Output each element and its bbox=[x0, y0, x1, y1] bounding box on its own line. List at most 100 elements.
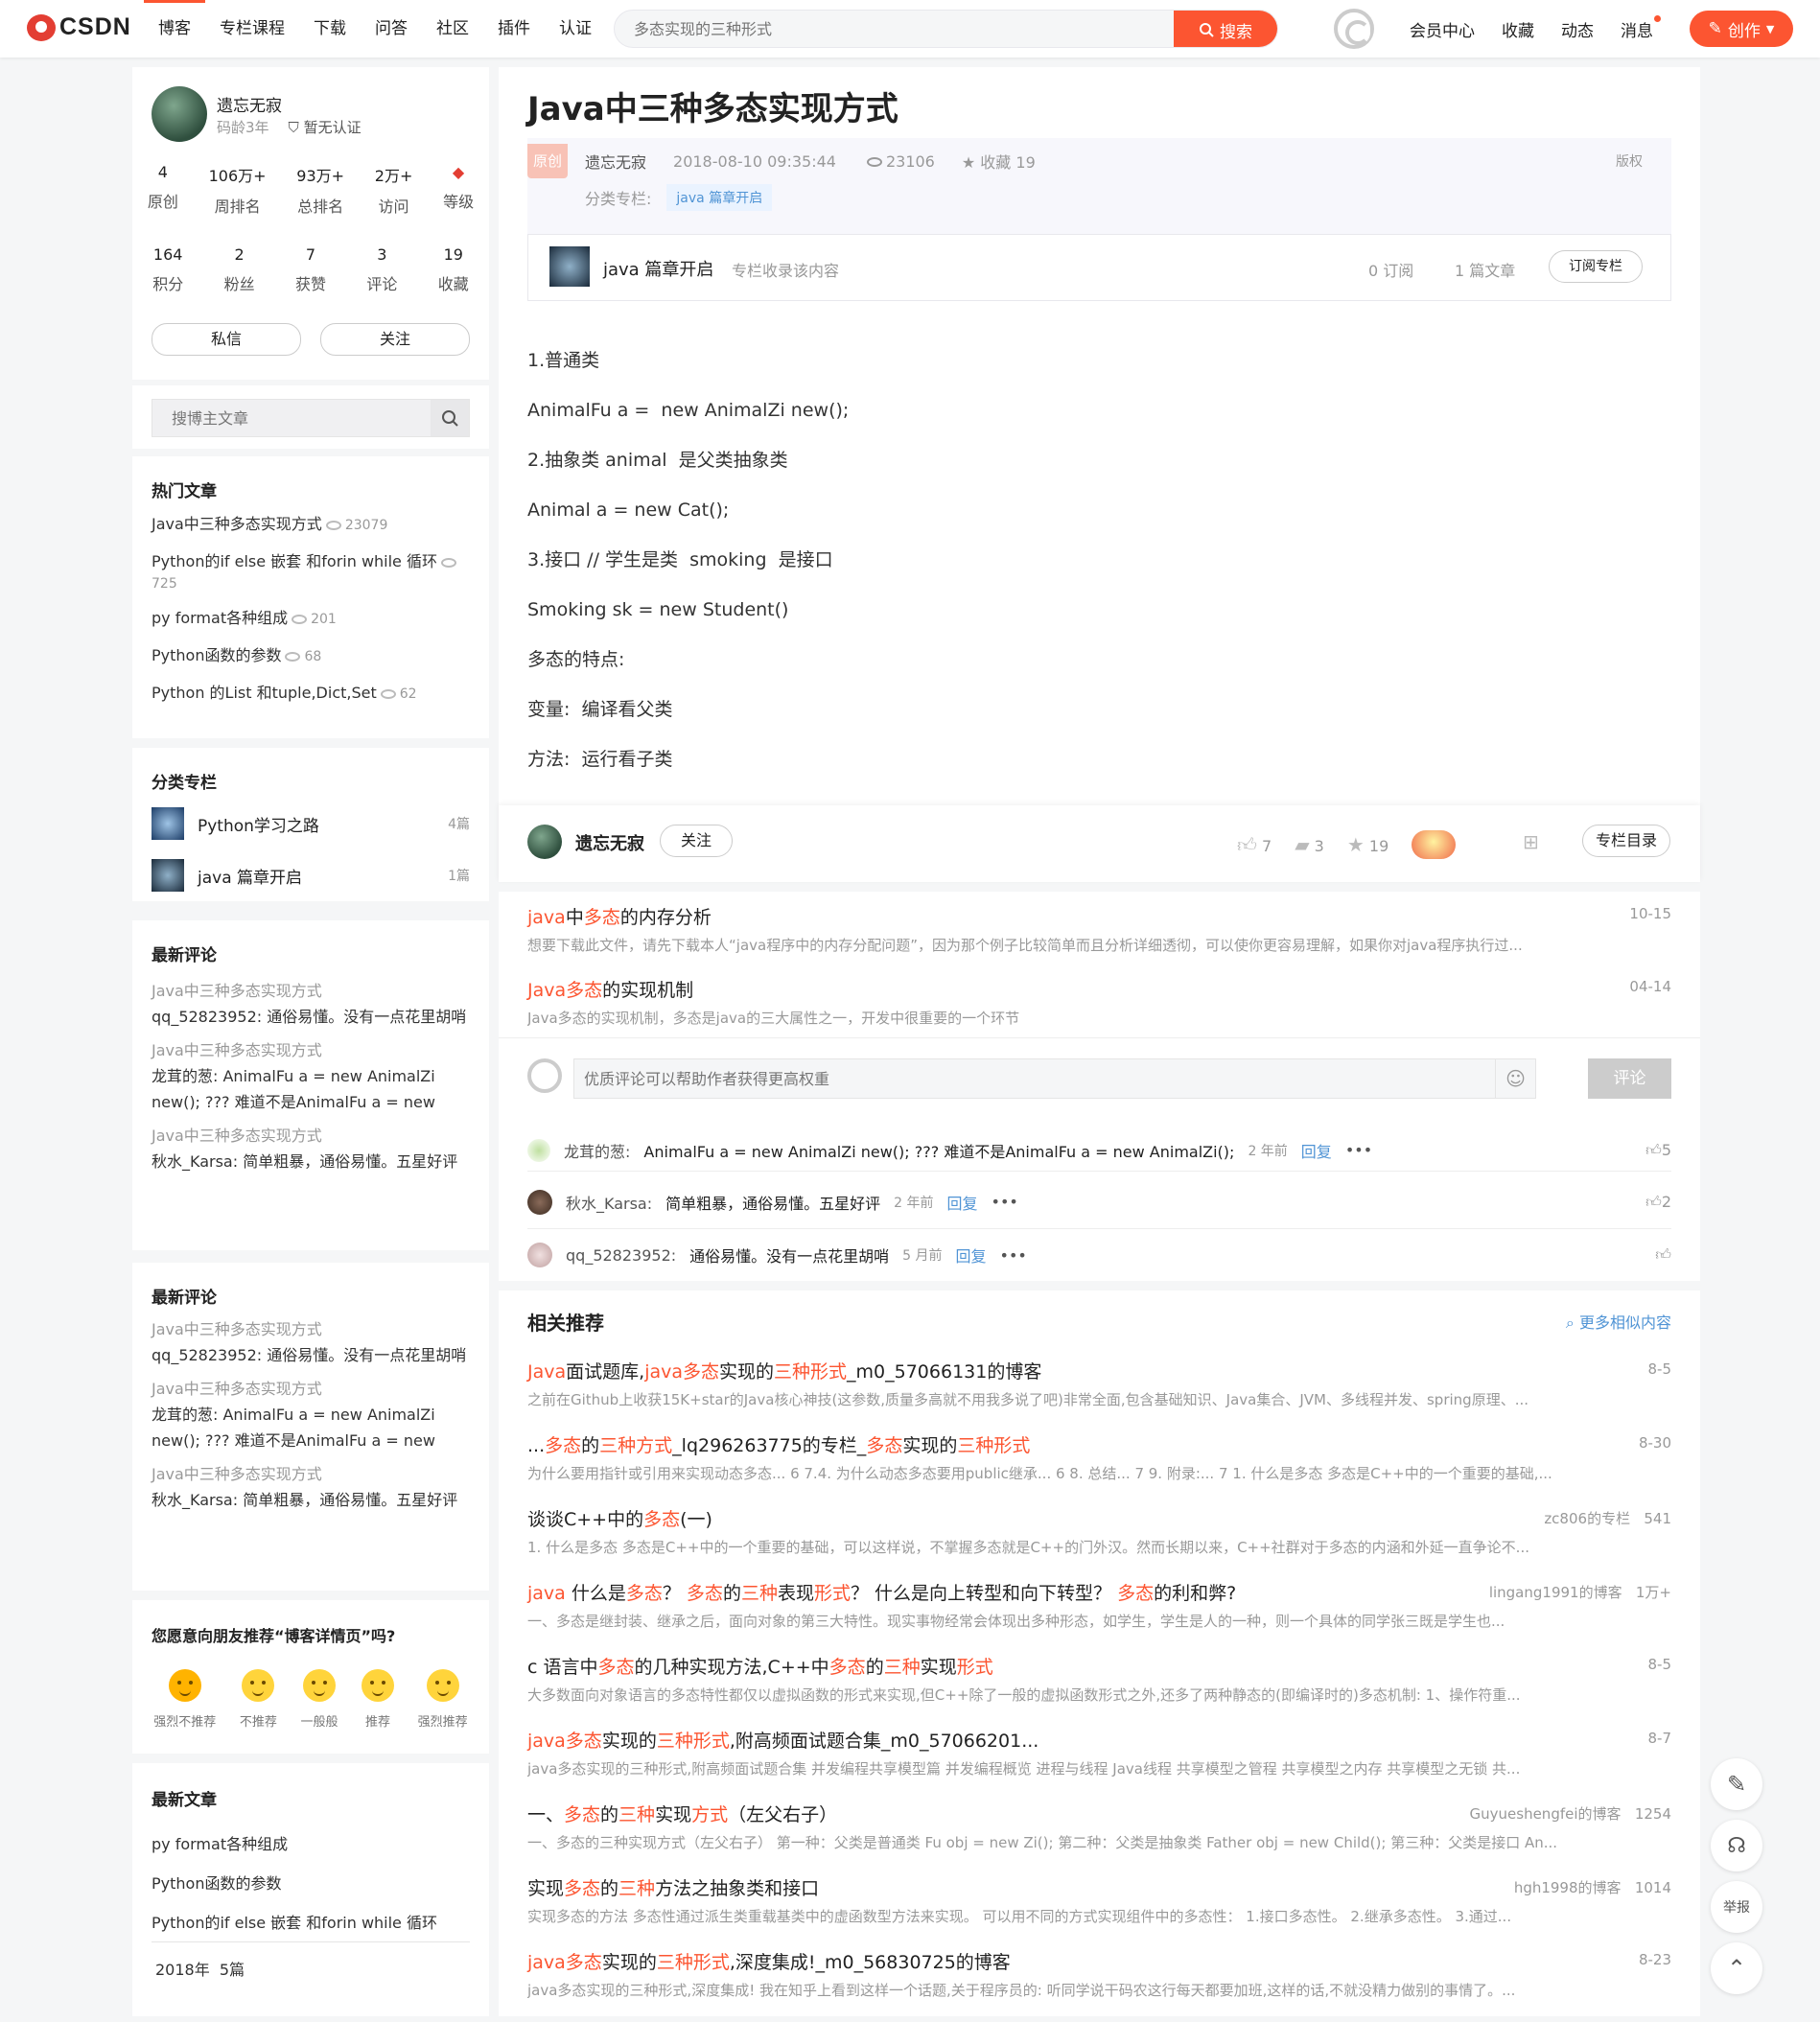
reply-link[interactable]: 回复 bbox=[1301, 1139, 1332, 1162]
comment-text[interactable]: 秋水_Karsa: 简单粗暴，通俗易懂。五星好评 bbox=[152, 1487, 470, 1513]
write-article-button[interactable]: ✎ bbox=[1711, 1758, 1762, 1810]
related-item[interactable]: 一、多态的三种实现方式（左父右子） Guyueshengfei的博客 1254 … bbox=[527, 1801, 1671, 1874]
stat-visits[interactable]: 2万+ 访问 bbox=[375, 163, 413, 217]
comment-input[interactable] bbox=[574, 1059, 1437, 1098]
back-to-top-button[interactable]: ⌃ bbox=[1711, 1942, 1762, 1994]
comment-like[interactable]: 👍︎2 bbox=[1645, 1193, 1671, 1212]
commenter-avatar[interactable] bbox=[527, 1138, 550, 1162]
more-similar-link[interactable]: ⌕ 更多相似内容 bbox=[1566, 1310, 1671, 1333]
nav-qa[interactable]: 问答 bbox=[361, 0, 422, 58]
author-name[interactable]: 遗忘无寂 bbox=[217, 92, 282, 116]
survey-option[interactable]: 强烈推荐 bbox=[418, 1669, 468, 1730]
private-message-button[interactable]: 私信 bbox=[152, 323, 301, 356]
article-author-link[interactable]: 遗忘无寂 bbox=[585, 150, 646, 173]
stat-likes[interactable]: 7 获赞 bbox=[295, 245, 326, 294]
messages-link[interactable]: 消息 bbox=[1621, 14, 1661, 41]
comment-text[interactable]: 龙茸的葱: AnimalFu a = new AnimalZi new(); ?… bbox=[152, 1402, 470, 1453]
member-center-link[interactable]: 会员中心 bbox=[1410, 17, 1475, 41]
comment-like[interactable]: 👍︎5 bbox=[1645, 1141, 1671, 1160]
stat-favorites[interactable]: 19 收藏 bbox=[438, 245, 469, 294]
column-item-java[interactable]: java 篇章开启 1篇 bbox=[152, 859, 470, 892]
hot-article-item[interactable]: Java中三种多态实现方式 23079 bbox=[152, 514, 473, 536]
related-item[interactable]: java 什么是多态？ 多态的三种表现形式？ 什么是向上转型和向下转型？ 多态的… bbox=[527, 1579, 1671, 1653]
related-item[interactable]: ...多态的三种方式_lq296263775的专栏_多态实现的三种形式 8-30… bbox=[527, 1431, 1671, 1505]
stat-comments[interactable]: 3 评论 bbox=[366, 245, 397, 294]
comment-article-link[interactable]: Java中三种多态实现方式 bbox=[152, 1037, 470, 1063]
stat-fans[interactable]: 2 粉丝 bbox=[224, 245, 255, 294]
inline-related-item[interactable]: java中多态的内存分析 10-15 想要下载此文件，请先下载本人“java程序… bbox=[527, 903, 1671, 955]
stat-points[interactable]: 164 积分 bbox=[152, 245, 183, 294]
stat-original[interactable]: 4 原创 bbox=[148, 163, 178, 217]
follow-author-button[interactable]: 关注 bbox=[320, 323, 470, 356]
author-avatar[interactable] bbox=[152, 86, 207, 142]
more-icon[interactable]: ••• bbox=[1345, 1141, 1372, 1159]
related-item[interactable]: java多态实现的三种形式,附高频面试题合集_m0_57066201... 8-… bbox=[527, 1727, 1671, 1801]
nav-plugin[interactable]: 插件 bbox=[483, 0, 545, 58]
search-input[interactable] bbox=[615, 11, 1171, 47]
reply-link[interactable]: 回复 bbox=[947, 1191, 978, 1214]
column-item-python[interactable]: Python学习之路 4篇 bbox=[152, 807, 470, 840]
stat-level[interactable]: ◆ 等级 bbox=[443, 163, 474, 217]
column-name[interactable]: java 篇章开启 bbox=[603, 256, 713, 281]
more-icon[interactable]: ••• bbox=[1000, 1246, 1027, 1265]
hot-article-item[interactable]: py format各种组成 201 bbox=[152, 608, 473, 630]
hot-article-item[interactable]: Python的if else 嵌套 和forin while 循环 725 bbox=[152, 551, 473, 594]
comment-button[interactable]: ▰ 3 bbox=[1295, 833, 1324, 856]
related-item[interactable]: 实现多态的三种方法之抽象类和接口 hgh1998的博客 1014 实现多态的方法… bbox=[527, 1874, 1671, 1948]
survey-option[interactable]: 推荐 bbox=[362, 1669, 395, 1730]
hot-article-item[interactable]: Python 的List 和tuple,Dict,Set 62 bbox=[152, 683, 473, 705]
comment-article-link[interactable]: Java中三种多态实现方式 bbox=[152, 1376, 470, 1402]
customer-service-button[interactable]: ☊ bbox=[1711, 1820, 1762, 1871]
create-button[interactable]: ✎ 创作 ▼ bbox=[1690, 11, 1793, 47]
blog-search-input[interactable] bbox=[152, 400, 421, 436]
commenter-avatar[interactable] bbox=[527, 1189, 552, 1215]
related-item[interactable]: Java面试题库,java多态实现的三种形式_m0_57066131的博客 8-… bbox=[527, 1358, 1671, 1431]
submit-comment-button[interactable]: 评论 bbox=[1588, 1058, 1671, 1099]
survey-option[interactable]: 不推荐 bbox=[240, 1669, 277, 1730]
survey-option[interactable]: 强烈不推荐 bbox=[153, 1669, 216, 1730]
comment-article-link[interactable]: Java中三种多态实现方式 bbox=[152, 1461, 470, 1487]
comment-article-link[interactable]: Java中三种多态实现方式 bbox=[152, 1316, 470, 1342]
latest-article-item[interactable]: py format各种组成 bbox=[152, 1824, 437, 1864]
related-item[interactable]: c 语言中多态的几种实现方法,C++中多态的三种实现形式 8-5 大多数面向对象… bbox=[527, 1653, 1671, 1727]
stat-week-rank[interactable]: 106万+ 周排名 bbox=[209, 163, 267, 217]
share-icon[interactable]: ⊞ bbox=[1523, 830, 1539, 853]
reply-link[interactable]: 回复 bbox=[956, 1243, 987, 1267]
comment-article-link[interactable]: Java中三种多态实现方式 bbox=[152, 1123, 470, 1149]
report-button[interactable]: 举报 bbox=[1711, 1881, 1762, 1933]
inline-related-item[interactable]: Java多态的实现机制 04-14 Java多态的实现机制，多态是java的三大… bbox=[527, 976, 1671, 1028]
nav-community[interactable]: 社区 bbox=[422, 0, 483, 58]
comment-text[interactable]: 秋水_Karsa: 简单粗暴，通俗易懂。五星好评 bbox=[152, 1149, 470, 1174]
latest-article-item[interactable]: Python函数的参数 bbox=[152, 1864, 437, 1903]
nav-blog[interactable]: 博客 bbox=[144, 0, 205, 58]
comment-like[interactable]: 👍︎ bbox=[1655, 1245, 1671, 1265]
nav-cert[interactable]: 认证 bbox=[545, 0, 606, 58]
blog-search-button[interactable] bbox=[431, 400, 469, 436]
more-icon[interactable]: ••• bbox=[992, 1193, 1018, 1211]
favorites-link[interactable]: 收藏 bbox=[1502, 17, 1534, 41]
nav-download[interactable]: 下载 bbox=[299, 0, 361, 58]
related-item[interactable]: java多态实现的三种形式,深度集成!_m0_56830725的博客 8-23 … bbox=[527, 1948, 1671, 2022]
related-item[interactable]: 谈谈C++中的多态(一) zc806的专栏 541 1. 什么是多态 多态是C+… bbox=[527, 1505, 1671, 1579]
commenter-avatar[interactable] bbox=[527, 1243, 552, 1267]
search-button[interactable]: 搜索 bbox=[1174, 11, 1277, 47]
latest-article-item[interactable]: Python的if else 嵌套 和forin while 循环 bbox=[152, 1903, 437, 1942]
survey-option[interactable]: 一般般 bbox=[300, 1669, 338, 1730]
category-tag[interactable]: java 篇章开启 bbox=[666, 184, 773, 211]
toolbar-author-avatar[interactable] bbox=[527, 825, 562, 859]
like-button[interactable]: 👍︎ 7 bbox=[1237, 833, 1272, 857]
comment-text[interactable]: qq_52823952: 通俗易懂。没有一点花里胡哨 bbox=[152, 1004, 470, 1030]
csdn-logo[interactable]: CSDN bbox=[27, 13, 131, 41]
toolbar-follow-button[interactable]: 关注 bbox=[660, 825, 733, 857]
toolbar-author-name[interactable]: 遗忘无寂 bbox=[575, 830, 644, 855]
archive-item[interactable]: 2018年 5篇 bbox=[155, 1957, 245, 1980]
activity-link[interactable]: 动态 bbox=[1561, 17, 1594, 41]
favorite-button[interactable]: ★ 19 bbox=[1347, 833, 1388, 856]
subscribe-column-button[interactable]: 订阅专栏 bbox=[1549, 250, 1643, 283]
user-avatar[interactable] bbox=[1334, 9, 1374, 49]
comment-text[interactable]: 龙茸的葱: AnimalFu a = new AnimalZi new(); ?… bbox=[152, 1063, 470, 1115]
stat-total-rank[interactable]: 93万+ 总排名 bbox=[296, 163, 344, 217]
emoji-picker-icon[interactable]: ☺ bbox=[1495, 1059, 1535, 1098]
comment-text[interactable]: qq_52823952: 通俗易懂。没有一点花里胡哨 bbox=[152, 1342, 470, 1368]
comment-article-link[interactable]: Java中三种多态实现方式 bbox=[152, 978, 470, 1004]
